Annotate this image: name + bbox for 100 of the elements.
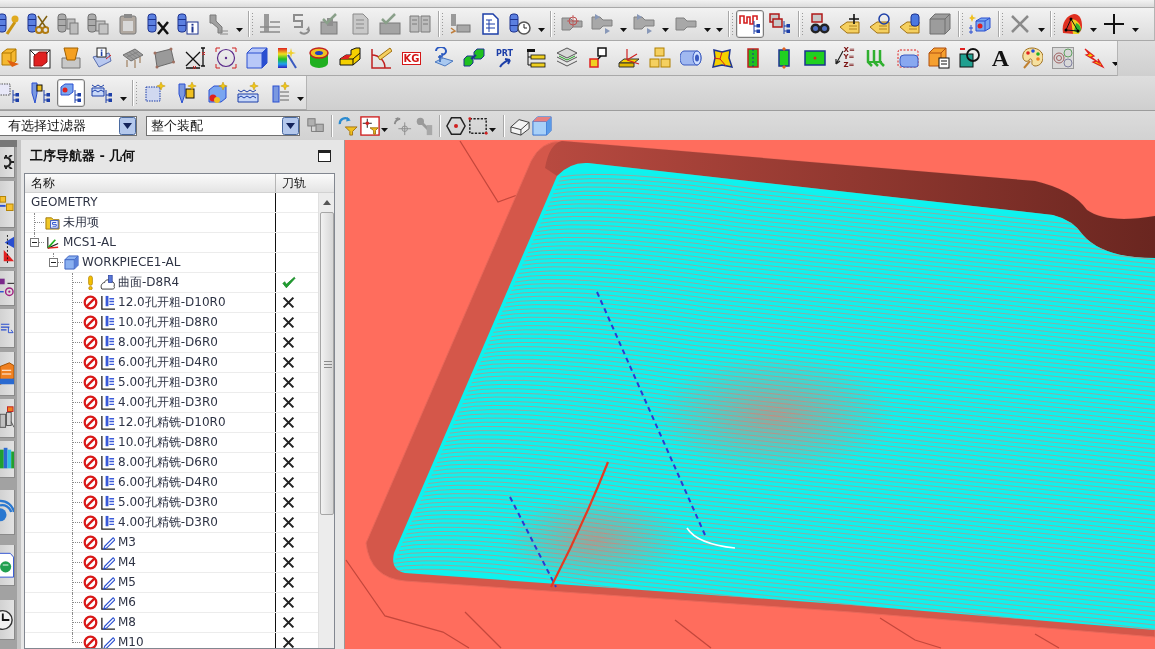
collapse-icon[interactable]	[49, 258, 58, 267]
column-header[interactable]: 刀轨	[276, 174, 334, 192]
grid-plane-icon[interactable]	[121, 47, 144, 69]
cross-icon[interactable]	[1009, 13, 1031, 35]
caret-icon[interactable]	[381, 127, 388, 132]
ruler-arc-icon[interactable]	[369, 47, 392, 69]
palette-icon[interactable]	[1020, 47, 1043, 69]
tube-icon[interactable]	[679, 47, 702, 69]
circles-icon[interactable]	[1051, 47, 1074, 69]
binoculars-icon[interactable]	[809, 13, 831, 35]
box-icon[interactable]	[929, 13, 951, 35]
filter-target-icon[interactable]	[360, 115, 380, 136]
selection-filter-dropdown[interactable]: 有选择过滤器	[0, 115, 137, 136]
tree-item[interactable]: 8.00孔精铣-D6R0	[118, 456, 218, 469]
spindle-arrow-icon[interactable]	[633, 13, 655, 35]
tag-plus-icon[interactable]	[839, 13, 861, 35]
cylinder-copy-icon[interactable]	[87, 13, 109, 35]
tree-item[interactable]: 未用项	[63, 216, 99, 229]
plane-icon[interactable]	[152, 47, 175, 69]
maximize-icon[interactable]	[318, 149, 331, 162]
axes-block-icon[interactable]	[617, 47, 640, 69]
gradient-wand-icon[interactable]	[276, 47, 299, 69]
caret-icon[interactable]	[1131, 28, 1139, 32]
cylinder-scissors-icon[interactable]	[27, 13, 49, 35]
resource-tab[interactable]	[0, 231, 15, 268]
mass-button[interactable]: KG	[399, 45, 424, 71]
tree-item[interactable]: GEOMETRY	[31, 196, 98, 209]
caret-icon[interactable]	[1089, 28, 1097, 32]
tree-item[interactable]: 8.00孔开粗-D6R0	[118, 336, 218, 349]
tree-item[interactable]: 曲面-D8R4	[118, 276, 180, 289]
tree-item[interactable]: 6.00孔开粗-D4R0	[118, 356, 218, 369]
clipboard-icon[interactable]	[117, 13, 139, 35]
tree-item[interactable]: 10.0孔开粗-D8R0	[118, 316, 218, 329]
caret-icon[interactable]	[661, 28, 669, 32]
scrollbar-thumb[interactable]	[320, 212, 334, 515]
resource-tab[interactable]	[0, 271, 15, 306]
ring-cylinder-icon[interactable]	[307, 47, 330, 69]
tree-item[interactable]: 10.0孔精铣-D8R0	[118, 436, 218, 449]
document-icon[interactable]	[479, 13, 501, 35]
cylinder-info-icon[interactable]	[177, 13, 199, 35]
scroll-up-arrow-icon[interactable]	[323, 200, 331, 205]
text-button[interactable]: A	[988, 45, 1013, 71]
caret-icon[interactable]	[1037, 28, 1045, 32]
layers-icon[interactable]	[555, 47, 578, 69]
lightning-icon[interactable]	[1082, 47, 1105, 69]
tree-item[interactable]: M3	[118, 536, 136, 549]
scrollbar-track[interactable]	[318, 193, 334, 648]
tree-item[interactable]: M10	[118, 636, 144, 648]
tree-item[interactable]: 12.0孔开粗-D10R0	[118, 296, 226, 309]
dashed-rectangle-icon[interactable]	[468, 115, 488, 136]
colored-surface-icon[interactable]	[1061, 13, 1083, 35]
column-header[interactable]: 名称	[25, 174, 276, 192]
tray-icon[interactable]	[59, 47, 82, 69]
caret-icon[interactable]	[1111, 62, 1117, 66]
cylinder-cross-icon[interactable]	[147, 13, 169, 35]
toolpath-icon[interactable]	[259, 13, 281, 35]
grid-sparkle-icon[interactable]	[143, 81, 166, 104]
tag-circle-icon[interactable]	[869, 13, 891, 35]
check-block-icon[interactable]	[319, 13, 341, 35]
cube-sparkle-icon[interactable]	[969, 13, 991, 35]
waves-sparkle-icon[interactable]	[236, 81, 259, 104]
machine-icon[interactable]	[449, 13, 471, 35]
square-circle-icon[interactable]	[958, 47, 981, 69]
spindle-arrow-icon[interactable]	[591, 13, 613, 35]
tree-item[interactable]: 4.00孔精铣-D3R0	[118, 516, 218, 529]
check-block-icon[interactable]	[379, 13, 401, 35]
tree-item[interactable]: M6	[118, 596, 136, 609]
linked-blocks-icon[interactable]	[462, 47, 485, 69]
tree-item[interactable]: M5	[118, 576, 136, 589]
tree-item[interactable]: M8	[118, 616, 136, 629]
tag-cylinder-icon[interactable]	[899, 13, 921, 35]
tree-item[interactable]: 5.00孔开粗-D3R0	[118, 376, 218, 389]
caret-icon[interactable]	[537, 28, 545, 32]
tree-item[interactable]: WORKPIECE1-AL	[82, 256, 181, 269]
collapse-icon[interactable]	[30, 238, 39, 247]
info-part-icon[interactable]	[90, 47, 113, 69]
linked-squares-icon[interactable]	[586, 47, 609, 69]
cube-document-icon[interactable]	[927, 47, 950, 69]
caret-icon[interactable]	[619, 28, 627, 32]
tree-list-icon[interactable]	[524, 47, 547, 69]
cylinder-stack-icon[interactable]	[57, 13, 79, 35]
cylinder-wrench-icon[interactable]	[0, 13, 19, 35]
tree-item[interactable]: 6.00孔精铣-D4R0	[118, 476, 218, 489]
resource-tab[interactable]	[0, 600, 15, 640]
circle-center-icon[interactable]	[214, 47, 237, 69]
step-block-icon[interactable]	[338, 47, 361, 69]
tool-holder-icon[interactable]	[207, 13, 229, 35]
cube-frame-icon[interactable]	[28, 47, 51, 69]
assembly-scope-dropdown[interactable]: 整个装配	[146, 115, 300, 136]
caret-icon[interactable]	[296, 96, 304, 101]
tree-item[interactable]: 4.00孔开粗-D3R0	[118, 396, 218, 409]
caret-icon[interactable]	[119, 96, 127, 101]
rounded-box-icon[interactable]	[896, 47, 919, 69]
tree-item[interactable]: MCS1-AL	[63, 236, 116, 249]
tree-item[interactable]: 5.00孔精铣-D3R0	[118, 496, 218, 509]
tree-item[interactable]: 12.0孔精铣-D10R0	[118, 416, 226, 429]
wire-cube-icon[interactable]	[245, 47, 268, 69]
cube-arrow-icon[interactable]	[0, 47, 20, 69]
part-sparkle-icon[interactable]	[205, 81, 228, 104]
plus-icon[interactable]	[1103, 13, 1125, 35]
